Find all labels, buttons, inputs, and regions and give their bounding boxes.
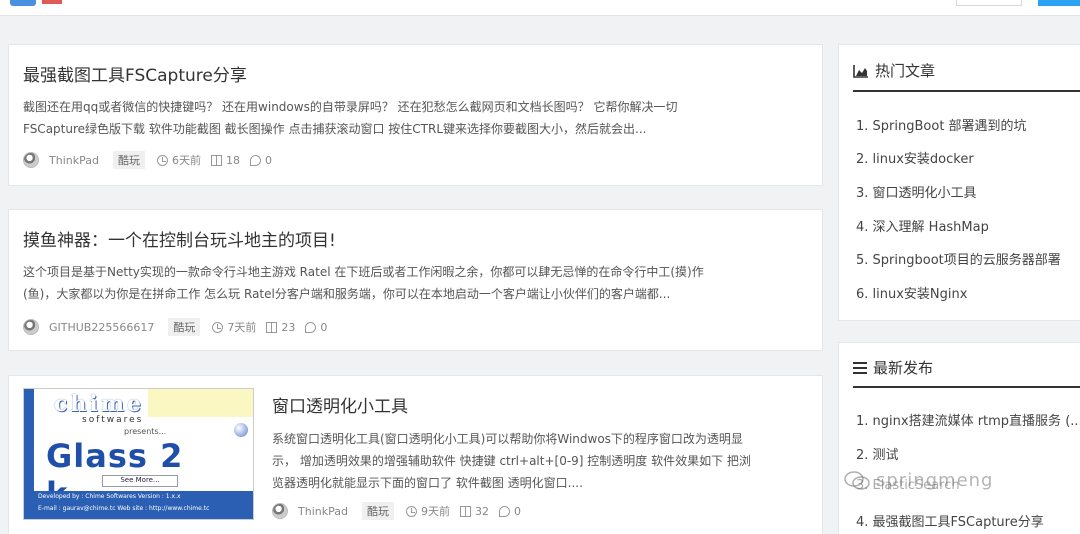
thumb-footer-line: E-mail : gaurav@chime.tc Web site : http… xyxy=(38,505,210,512)
clock-icon xyxy=(405,505,417,517)
article-card: 最强截图工具FSCapture分享 截图还在用qq或者微信的快捷键吗？ 还在用w… xyxy=(8,44,823,186)
excerpt-line: FSCapture绿色版下载 软件功能截图 截长图操作 点击捕获滚动窗口 按住C… xyxy=(23,122,647,136)
excerpt-line: 示， 增加透明效果的增强辅助软件 快捷键 ctrl+alt+[0-9] 控制透明… xyxy=(272,454,751,468)
article-excerpt: 截图还在用qq或者微信的快捷键吗？ 还在用windows的自带录屏吗？ 还在犯愁… xyxy=(23,96,798,140)
widget-header: 最新发布 xyxy=(853,357,933,378)
hot-article-link[interactable]: 5. Springboot项目的云服务器部署 xyxy=(856,249,1061,268)
latest-post-link[interactable]: 2. 测试 xyxy=(856,444,899,463)
widget-title: 热门文章 xyxy=(875,62,936,80)
search-button[interactable] xyxy=(1038,0,1080,6)
nav-home-button[interactable] xyxy=(10,0,36,6)
thumb-see-more: See More... xyxy=(102,475,178,487)
thumb-subbrand: softwares xyxy=(82,415,144,425)
hot-article-link[interactable]: 6. linux安装Nginx xyxy=(856,283,967,302)
author-name[interactable]: GITHUB225566617 xyxy=(49,321,154,334)
article-meta: GITHUB225566617 酷玩 7天前 23 0 xyxy=(23,318,337,336)
latest-posts-widget: 最新发布 1. nginx搭建流媒体 rtmp直播服务 (... 2. 测试 3… xyxy=(838,342,1080,534)
post-time: 7天前 xyxy=(227,321,257,334)
category-tag[interactable]: 酷玩 xyxy=(112,151,145,169)
excerpt-line: 这个项目是基于Netty实现的一款命令行斗地主游戏 Ratel 在下班后或者工作… xyxy=(23,265,704,279)
widget-title: 最新发布 xyxy=(873,359,934,377)
avatar[interactable] xyxy=(23,319,39,335)
avatar[interactable] xyxy=(272,503,288,519)
excerpt-line: 截图还在用qq或者微信的快捷键吗？ 还在用windows的自带录屏吗？ 还在犯愁… xyxy=(23,100,678,114)
top-navbar xyxy=(0,0,1080,16)
article-thumbnail[interactable]: chime softwares presents... Glass 2 k...… xyxy=(23,388,254,520)
view-count: 18 xyxy=(225,153,240,167)
author-name[interactable]: ThinkPad xyxy=(298,505,348,518)
latest-post-link[interactable]: 1. nginx搭建流媒体 rtmp直播服务 (... xyxy=(856,410,1080,429)
hot-article-link[interactable]: 1. SpringBoot 部署遇到的坑 xyxy=(856,115,1027,134)
excerpt-line: (鱼)，大家都以为你是在拼命工作 怎么玩 Ratel分客户端和服务端，你可以在本… xyxy=(23,287,671,301)
thumb-side-bar xyxy=(24,389,34,519)
thumb-yellow-panel xyxy=(148,389,253,417)
article-title[interactable]: 窗口透明化小工具 xyxy=(272,392,408,417)
views-icon xyxy=(266,321,278,333)
comment-count: 0 xyxy=(320,320,328,334)
article-excerpt: 这个项目是基于Netty实现的一款命令行斗地主游戏 Ratel 在下班后或者工作… xyxy=(23,261,798,305)
clock-icon xyxy=(212,321,224,333)
thumb-presents: presents... xyxy=(124,427,167,436)
article-title[interactable]: 最强截图工具FSCapture分享 xyxy=(23,61,247,86)
list-icon xyxy=(853,361,867,374)
search-input[interactable] xyxy=(956,0,1022,6)
views-icon xyxy=(459,505,471,517)
widget-header: 热门文章 xyxy=(853,60,935,81)
excerpt-line: 览器透明化就能显示下面的窗口了 软件截图 透明化窗口.... xyxy=(272,476,583,490)
thumb-footer-line: Developed by : Chime Softwares Version :… xyxy=(38,493,181,500)
article-card: 摸鱼神器：一个在控制台玩斗地主的项目! 这个项目是基于Netty实现的一款命令行… xyxy=(8,209,823,351)
comment-icon xyxy=(249,154,261,166)
watermark-text: springmeng xyxy=(876,470,994,491)
author-name[interactable]: ThinkPad xyxy=(49,154,99,167)
latest-post-link[interactable]: 4. 最强截图工具FSCapture分享 xyxy=(856,511,1044,530)
hot-article-link[interactable]: 2. linux安装docker xyxy=(856,148,974,167)
watermark: springmeng xyxy=(844,470,993,491)
widget-divider xyxy=(853,386,1080,388)
hot-article-link[interactable]: 3. 窗口透明化小工具 xyxy=(856,182,977,201)
clock-icon xyxy=(156,154,168,166)
hot-article-link[interactable]: 4. 深入理解 HashMap xyxy=(856,216,989,235)
wechat-icon xyxy=(844,470,870,490)
article-card: chime softwares presents... Glass 2 k...… xyxy=(8,375,823,534)
comment-count: 0 xyxy=(264,153,272,167)
post-time: 6天前 xyxy=(171,154,201,167)
view-count: 23 xyxy=(281,320,296,334)
article-meta: ThinkPad 酷玩 6天前 18 0 xyxy=(23,151,282,169)
widget-divider xyxy=(853,90,1080,92)
post-time: 9天前 xyxy=(420,505,450,518)
comment-count: 0 xyxy=(513,504,521,518)
comment-icon xyxy=(498,505,510,517)
article-title[interactable]: 摸鱼神器：一个在控制台玩斗地主的项目! xyxy=(23,226,336,251)
views-icon xyxy=(210,154,222,166)
category-tag[interactable]: 酷玩 xyxy=(361,502,394,520)
comment-icon xyxy=(305,321,317,333)
avatar[interactable] xyxy=(23,152,39,168)
view-count: 32 xyxy=(474,504,489,518)
thumb-brand: chime xyxy=(54,391,145,417)
article-meta: ThinkPad 酷玩 9天前 32 0 xyxy=(272,502,531,520)
hot-articles-widget: 热门文章 1. SpringBoot 部署遇到的坑 2. linux安装dock… xyxy=(838,44,1080,321)
nav-logo[interactable] xyxy=(42,0,62,4)
article-excerpt: 系统窗口透明化工具(窗口透明化小工具)可以帮助你将Windwos下的程序窗口改为… xyxy=(272,428,812,494)
globe-icon xyxy=(234,423,248,437)
excerpt-line: 系统窗口透明化工具(窗口透明化小工具)可以帮助你将Windwos下的程序窗口改为… xyxy=(272,432,743,446)
category-tag[interactable]: 酷玩 xyxy=(168,318,201,336)
area-chart-icon xyxy=(853,64,868,78)
